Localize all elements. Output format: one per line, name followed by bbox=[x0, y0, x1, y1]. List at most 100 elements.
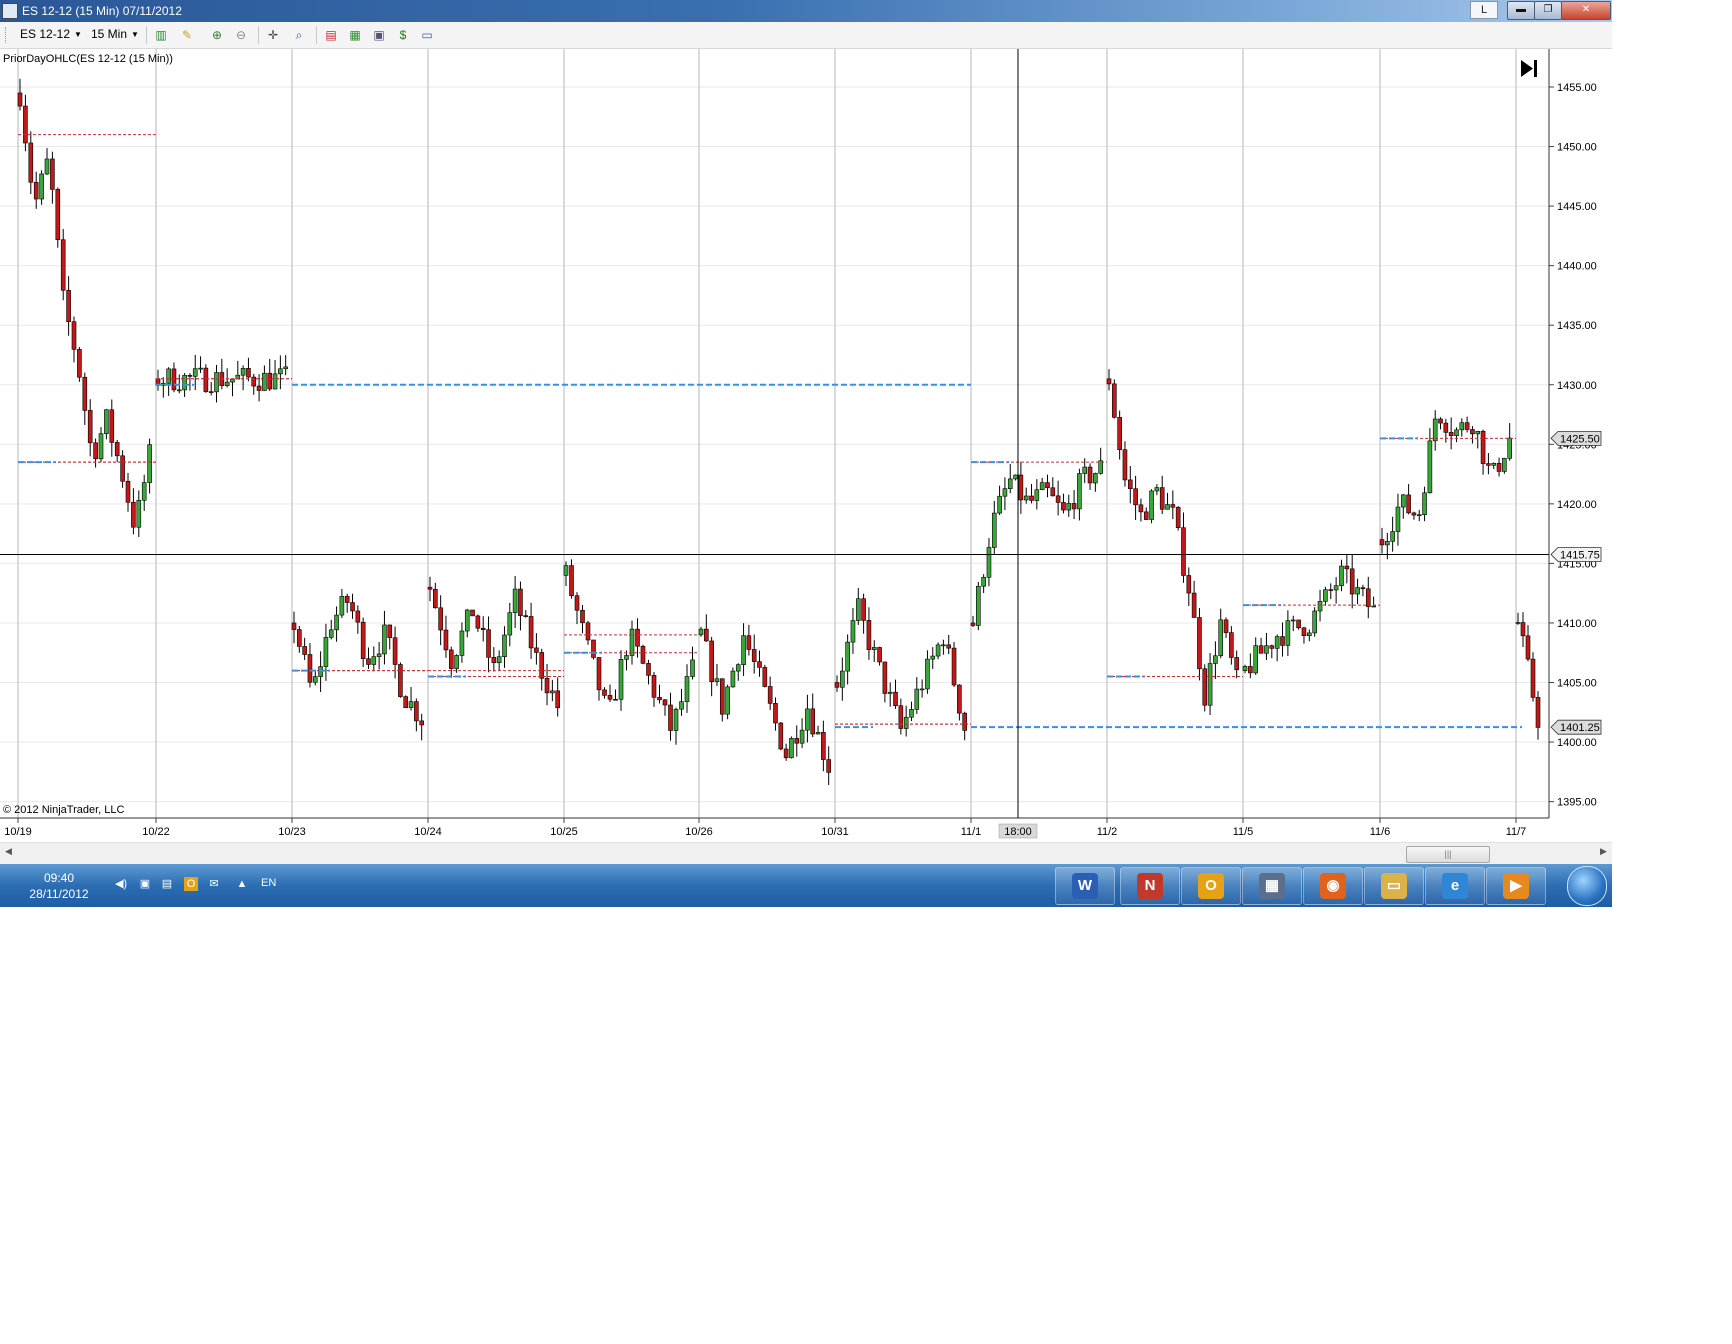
toolbar-grip[interactable] bbox=[5, 27, 9, 43]
candle-up bbox=[1082, 466, 1088, 474]
candle-up bbox=[714, 678, 720, 682]
candle-up bbox=[1312, 610, 1317, 634]
toolbar-separator bbox=[258, 26, 259, 44]
mail-icon[interactable]: ✉ bbox=[207, 877, 221, 891]
candle-up bbox=[502, 634, 507, 658]
draw-pencil-icon[interactable]: ✎ bbox=[178, 26, 196, 44]
candle-up bbox=[376, 653, 382, 657]
interval-dropdown[interactable]: 15 Min ▼ bbox=[91, 27, 139, 41]
candle-up bbox=[919, 688, 925, 691]
candle-up bbox=[673, 708, 679, 731]
start-button[interactable] bbox=[1567, 866, 1607, 906]
candle-up bbox=[903, 716, 909, 729]
candle-down bbox=[569, 565, 574, 596]
candle-up bbox=[735, 664, 741, 672]
candle-up bbox=[272, 373, 278, 390]
window-title: ES 12-12 (15 Min) 07/11/2012 bbox=[22, 4, 182, 18]
maximize-button[interactable]: ❐ bbox=[1534, 1, 1562, 20]
candle-down bbox=[751, 649, 757, 662]
candle-down bbox=[1202, 668, 1208, 706]
candle-down bbox=[486, 629, 491, 658]
crosshair-icon[interactable]: ✛ bbox=[264, 26, 282, 44]
candle-up bbox=[624, 655, 629, 660]
crosshair-price-label: 1415.75 bbox=[1560, 549, 1600, 561]
media-player-icon: ▶ bbox=[1503, 873, 1529, 899]
candle-down bbox=[82, 376, 88, 411]
bar-style-icon[interactable]: ▤ bbox=[322, 26, 340, 44]
candle-down bbox=[433, 588, 438, 609]
scroll-thumb[interactable]: ||| bbox=[1406, 846, 1490, 863]
keyboard-layout-indicator[interactable]: L bbox=[1470, 1, 1498, 19]
show-hidden-icons-icon[interactable]: ▲ bbox=[235, 877, 249, 891]
candlestick-style-icon[interactable]: ▥ bbox=[152, 26, 170, 44]
y-tick-label: 1445.00 bbox=[1557, 201, 1597, 213]
candle-down bbox=[1328, 589, 1334, 591]
candle-up bbox=[1023, 495, 1029, 501]
horizontal-scrollbar[interactable]: ◀ ||| ▶ bbox=[0, 842, 1612, 865]
outlook-tray-icon[interactable]: O bbox=[184, 877, 198, 891]
candle-down bbox=[635, 628, 640, 647]
taskbar-app-calculator[interactable]: ▦ bbox=[1242, 867, 1302, 905]
taskbar-app-media-player[interactable]: ▶ bbox=[1486, 867, 1546, 905]
candle-down bbox=[1159, 487, 1165, 510]
instrument-dropdown[interactable]: ES 12-12 ▼ bbox=[20, 27, 82, 41]
candle-down bbox=[1045, 482, 1050, 489]
taskbar-app-outlook[interactable]: O bbox=[1181, 867, 1241, 905]
minimize-button[interactable]: ▬ bbox=[1507, 1, 1535, 20]
candle-down bbox=[657, 697, 662, 701]
candle-up bbox=[941, 644, 946, 647]
candle-down bbox=[28, 142, 34, 183]
language-indicator[interactable]: EN bbox=[261, 877, 276, 889]
title-bar[interactable]: ES 12-12 (15 Min) 07/11/2012 L ▬ ❐ ✕ bbox=[0, 0, 1612, 22]
properties-icon[interactable]: ▭ bbox=[418, 26, 436, 44]
chart-canvas[interactable]: 1455.00 1450.00 1445.00 1440.00 1435.00 1430.… bbox=[0, 49, 1612, 842]
candle-up bbox=[871, 647, 877, 650]
candle-up bbox=[318, 666, 323, 677]
candle-down bbox=[539, 652, 545, 679]
candle-up bbox=[496, 656, 502, 664]
candle-down bbox=[344, 596, 350, 603]
taskbar-app-ninjatrader[interactable]: N bbox=[1120, 867, 1180, 905]
candle-up bbox=[1355, 587, 1360, 595]
taskbar-app-internet-explorer[interactable]: e bbox=[1425, 867, 1485, 905]
taskbar-app-explorer[interactable]: ▭ bbox=[1364, 867, 1424, 905]
device-icon[interactable]: ▤ bbox=[160, 877, 174, 891]
candle-up bbox=[312, 676, 318, 683]
candle-down bbox=[957, 684, 962, 714]
system-clock[interactable]: 09:40 28/11/2012 bbox=[22, 870, 96, 902]
zoom-out-icon[interactable]: ⊖ bbox=[232, 26, 250, 44]
y-tick-label: 1440.00 bbox=[1557, 261, 1597, 273]
candle-up bbox=[224, 381, 230, 386]
taskbar-app-firefox[interactable]: ◉ bbox=[1303, 867, 1363, 905]
chevron-down-icon: ▼ bbox=[131, 30, 139, 40]
candle-down bbox=[1229, 632, 1234, 658]
dollar-icon[interactable]: $ bbox=[394, 26, 412, 44]
candle-down bbox=[1365, 588, 1371, 607]
candle-down bbox=[866, 620, 872, 650]
candle-down bbox=[861, 598, 866, 621]
price-chart[interactable]: 1455.00 1450.00 1445.00 1440.00 1435.00 1430.… bbox=[0, 49, 1612, 842]
candle-down bbox=[704, 628, 709, 642]
candle-down bbox=[523, 615, 529, 617]
scroll-left-icon[interactable]: ◀ bbox=[5, 846, 12, 857]
close-button[interactable]: ✕ bbox=[1561, 1, 1611, 20]
taskbar-app-word[interactable]: W bbox=[1055, 867, 1115, 905]
candle-down bbox=[1181, 527, 1186, 576]
candle-up bbox=[136, 499, 142, 528]
candle-up bbox=[730, 670, 736, 688]
candle-up bbox=[1013, 474, 1018, 480]
chart-style-icon[interactable]: ▦ bbox=[346, 26, 364, 44]
candle-up bbox=[981, 576, 986, 587]
network-icon[interactable]: ▣ bbox=[138, 877, 152, 891]
zoom-in-icon[interactable]: ⊕ bbox=[208, 26, 226, 44]
candle-up bbox=[459, 630, 465, 656]
y-tick-label: 1420.00 bbox=[1557, 499, 1597, 511]
volume-icon[interactable]: ◀) bbox=[114, 877, 128, 891]
candle-down bbox=[443, 629, 449, 651]
data-box-icon[interactable]: ▣ bbox=[370, 26, 388, 44]
candle-down bbox=[810, 708, 816, 735]
magnifier-icon[interactable]: ⌕ bbox=[290, 26, 308, 44]
scroll-right-icon[interactable]: ▶ bbox=[1600, 846, 1607, 857]
candle-up bbox=[1427, 440, 1433, 494]
toolbar-separator bbox=[146, 26, 147, 44]
